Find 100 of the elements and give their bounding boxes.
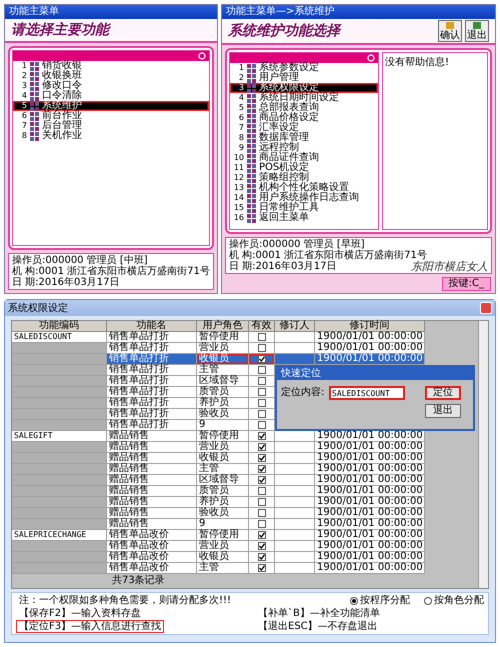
note-text: 注：一个权限如多种角色需要，则请分配多次!!! bbox=[18, 594, 232, 607]
table-cell: 收银员 bbox=[197, 453, 249, 464]
tile-icon bbox=[247, 94, 256, 102]
dialog-button[interactable]: 退出 bbox=[425, 404, 461, 418]
checkbox[interactable] bbox=[258, 443, 266, 451]
table-cell: 赠品销售 bbox=[107, 442, 197, 453]
table-cell: 主管 bbox=[197, 464, 249, 475]
checkbox[interactable] bbox=[258, 355, 266, 363]
heading: 系统维护功能选择 bbox=[228, 22, 340, 40]
checkbox[interactable] bbox=[258, 531, 266, 539]
table-cell: 营业员 bbox=[197, 442, 249, 453]
column-header: 修订人 bbox=[275, 321, 315, 332]
signature-text: 东阳市横店女人 bbox=[411, 261, 488, 272]
table-cell: 销售单品改价 bbox=[107, 563, 197, 574]
table-cell: 9 bbox=[197, 519, 249, 530]
table-cell: 1900/01/01 00:00:00 bbox=[315, 519, 425, 530]
checkbox[interactable] bbox=[258, 465, 266, 473]
table-cell: 赠品销售 bbox=[107, 486, 197, 497]
dialog-button[interactable]: 定位 bbox=[425, 386, 461, 400]
radio-button[interactable] bbox=[424, 596, 432, 604]
table-cell: 赠品销售 bbox=[107, 508, 197, 519]
tile-icon bbox=[247, 204, 256, 212]
radio-option[interactable]: 按程序分配 bbox=[350, 594, 410, 607]
circle-icon bbox=[367, 54, 375, 62]
tile-icon bbox=[30, 112, 39, 120]
tile-icon bbox=[247, 154, 256, 162]
checkbox[interactable] bbox=[258, 432, 266, 440]
key-hint: 按键:C_ bbox=[442, 277, 491, 291]
checkbox[interactable] bbox=[258, 520, 266, 528]
checkbox[interactable] bbox=[258, 498, 266, 506]
table-cell: 销售单品打折 bbox=[107, 398, 197, 409]
input-field[interactable]: SALEDISCOUNT bbox=[329, 386, 405, 400]
checkbox[interactable] bbox=[258, 421, 266, 429]
table-cell: 验收员 bbox=[197, 409, 249, 420]
radio-option[interactable]: 按角色分配 bbox=[424, 594, 484, 607]
table-cell: 销售单品打折 bbox=[107, 354, 197, 365]
checkbox[interactable] bbox=[258, 553, 266, 561]
table-cell: 销售单品打折 bbox=[107, 343, 197, 354]
table-cell: 收银员 bbox=[197, 354, 249, 365]
table-cell: 9 bbox=[197, 420, 249, 431]
checkbox[interactable] bbox=[258, 564, 266, 572]
checkbox[interactable] bbox=[258, 509, 266, 517]
tile-icon bbox=[247, 64, 256, 72]
record-count: 共73条记录 bbox=[111, 574, 166, 588]
checkbox[interactable] bbox=[258, 487, 266, 495]
table-cell: 养护员 bbox=[197, 398, 249, 409]
toolbar-button[interactable]: 退出 bbox=[465, 20, 489, 42]
table-cell: 1900/01/01 00:00:00 bbox=[315, 552, 425, 563]
table-cell: 1900/01/01 00:00:00 bbox=[315, 332, 425, 343]
table-cell: 赠品销售 bbox=[107, 431, 197, 442]
table-cell: 销售单品打折 bbox=[107, 365, 197, 376]
checkbox[interactable] bbox=[258, 366, 266, 374]
table-cell: 暂停使用 bbox=[197, 530, 249, 541]
status-text: 日 期:2016年03月17日 bbox=[12, 277, 120, 288]
table-cell: 收银员 bbox=[197, 552, 249, 563]
shortcut-text: 【定位F3】—输入信息进行查找 bbox=[16, 620, 164, 633]
tile-icon bbox=[247, 114, 256, 122]
radio-button[interactable] bbox=[350, 596, 358, 604]
toolbar-button[interactable]: 确认 bbox=[438, 20, 462, 42]
checkbox[interactable] bbox=[258, 377, 266, 385]
status-text: 机 构:0001 浙江省东阳市横店万盛南街71号 bbox=[229, 250, 428, 261]
table-cell: 验收员 bbox=[197, 508, 249, 519]
table-cell: 赠品销售 bbox=[107, 464, 197, 475]
checkbox[interactable] bbox=[258, 454, 266, 462]
checkbox[interactable] bbox=[258, 388, 266, 396]
table-cell: 1900/01/01 00:00:00 bbox=[315, 497, 425, 508]
dialog-title: 快速定位 bbox=[277, 367, 473, 380]
checkbox[interactable] bbox=[258, 333, 266, 341]
tile-icon bbox=[30, 132, 39, 140]
checkbox[interactable] bbox=[258, 476, 266, 484]
table-cell: 销售单品打折 bbox=[107, 387, 197, 398]
table-cell: 销售单品打折 bbox=[107, 332, 197, 343]
column-header: 有效 bbox=[249, 321, 275, 332]
status-text: 操作员:000000 管理员 [早班] bbox=[229, 239, 366, 250]
tile-icon bbox=[247, 194, 256, 202]
table-cell: 1900/01/01 00:00:00 bbox=[315, 508, 425, 519]
tile-icon bbox=[247, 164, 256, 172]
checkbox[interactable] bbox=[258, 344, 266, 352]
table-cell: 销售单品打折 bbox=[107, 376, 197, 387]
table-cell: 销售单品改价 bbox=[107, 541, 197, 552]
close-button[interactable] bbox=[480, 302, 492, 314]
checkbox[interactable] bbox=[258, 542, 266, 550]
table-cell: 赠品销售 bbox=[107, 475, 197, 486]
table-cell: 销售单品改价 bbox=[107, 552, 197, 563]
shortcut-text: 【退出ESC】—不存盘退出 bbox=[257, 620, 379, 633]
table-cell: 1900/01/01 00:00:00 bbox=[315, 541, 425, 552]
square-icon bbox=[445, 21, 455, 30]
checkbox[interactable] bbox=[258, 399, 266, 407]
table-cell: 主管 bbox=[197, 365, 249, 376]
tile-icon bbox=[247, 184, 256, 192]
tile-icon bbox=[247, 144, 256, 152]
tile-icon bbox=[247, 74, 256, 82]
table-cell: 1900/01/01 00:00:00 bbox=[315, 431, 425, 442]
table-cell: 质管员 bbox=[197, 486, 249, 497]
tile-icon bbox=[247, 174, 256, 182]
radio-label: 按程序分配 bbox=[360, 595, 410, 606]
table-cell: 1900/01/01 00:00:00 bbox=[315, 442, 425, 453]
table-cell: 区域督导 bbox=[197, 475, 249, 486]
status-text: 日 期:2016年03月17日 bbox=[229, 261, 336, 272]
checkbox[interactable] bbox=[258, 410, 266, 418]
